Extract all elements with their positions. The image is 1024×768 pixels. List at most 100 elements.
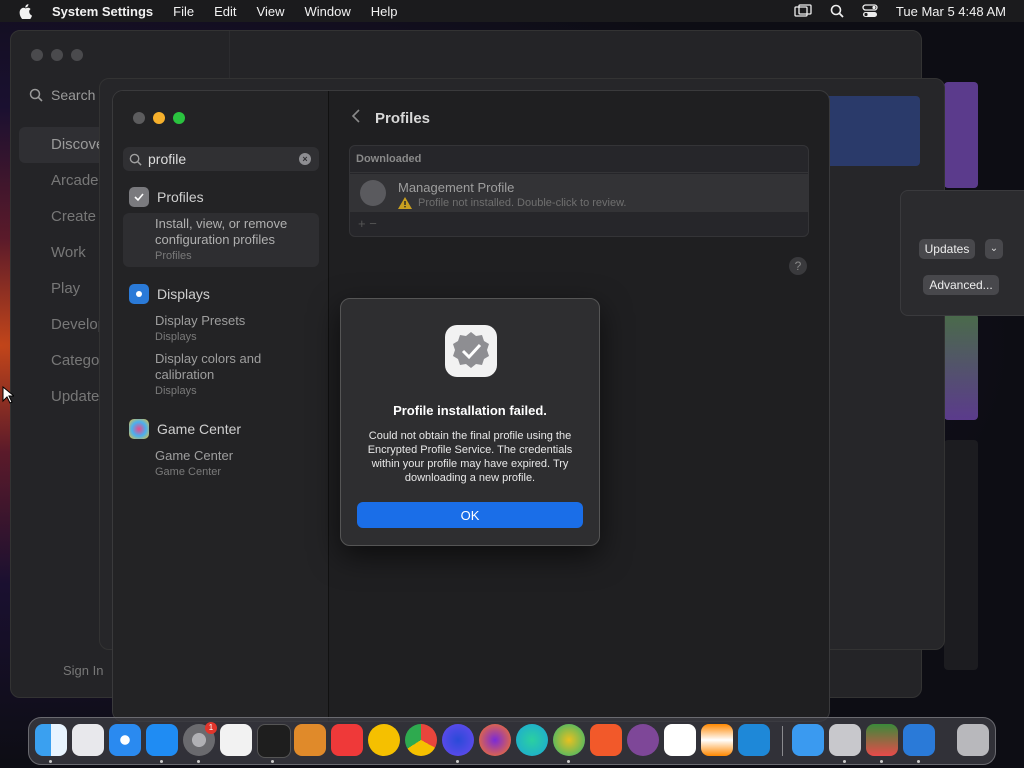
edge-icon[interactable] <box>516 724 548 756</box>
menu-bar: System Settings File Edit View Window He… <box>0 0 1024 22</box>
profile-status: Profile not installed. Double-click to r… <box>398 197 626 209</box>
apple-menu-icon[interactable] <box>18 3 34 19</box>
search-icon <box>129 153 142 166</box>
result-title: Display colors and calibration <box>155 351 262 382</box>
running-indicator <box>917 760 920 763</box>
textedit-icon[interactable] <box>220 724 252 756</box>
help-button[interactable]: ? <box>789 257 807 275</box>
profiles-list: Downloaded Management Profile Profile no… <box>349 145 809 237</box>
clear-search-icon[interactable]: × <box>299 153 311 165</box>
profile-row[interactable]: Management Profile Profile not installed… <box>350 174 808 212</box>
menu-view[interactable]: View <box>257 4 285 19</box>
brave-icon[interactable] <box>590 724 622 756</box>
background-search[interactable]: Search <box>29 87 95 103</box>
finder-icon[interactable] <box>35 724 67 756</box>
bg-tile <box>944 314 978 420</box>
menu-file[interactable]: File <box>173 4 194 19</box>
vivaldi-icon[interactable] <box>331 724 363 756</box>
bg-sign-in[interactable]: Sign In <box>63 663 103 678</box>
app-name-menu[interactable]: System Settings <box>52 4 153 19</box>
software-update-window: Updates ⌄ Advanced... <box>900 190 1024 316</box>
menu-bar-clock[interactable]: Tue Mar 5 4:48 AM <box>896 4 1006 19</box>
search-icon <box>29 88 43 102</box>
dock-separator <box>782 726 783 756</box>
traffic-lights <box>133 112 185 124</box>
sidebar-section-displays[interactable]: Displays <box>129 284 210 304</box>
result-sub: Displays <box>155 385 197 397</box>
running-indicator <box>160 760 163 763</box>
alert-title: Profile installation failed. <box>393 403 547 418</box>
running-indicator <box>49 760 52 763</box>
profile-name: Management Profile <box>398 180 515 195</box>
remote-desktop-icon[interactable] <box>903 724 935 756</box>
warning-icon <box>398 197 412 209</box>
sidebar-section-game-center[interactable]: Game Center <box>129 419 241 439</box>
garageband-icon[interactable] <box>294 724 326 756</box>
disk-utility-icon[interactable] <box>866 724 898 756</box>
notification-badge: 1 <box>205 722 217 734</box>
trash-icon[interactable] <box>957 724 989 756</box>
result-sub: Game Center <box>155 466 222 478</box>
chrome-canary-icon[interactable] <box>368 724 400 756</box>
ok-button[interactable]: OK <box>357 502 583 528</box>
search-result-display-colors[interactable]: Display colors and calibration Displays <box>155 351 285 399</box>
tor-browser-icon[interactable] <box>627 724 659 756</box>
terminal-icon[interactable] <box>257 724 291 758</box>
vscode-icon[interactable] <box>738 724 770 756</box>
screen-mirroring-icon[interactable] <box>794 4 812 18</box>
result-title: Display Presets <box>155 313 246 328</box>
control-center-icon[interactable] <box>862 4 878 18</box>
search-input[interactable]: profile <box>148 151 299 167</box>
running-indicator <box>567 760 570 763</box>
section-label: Profiles <box>157 189 204 205</box>
gear-icon <box>360 180 386 206</box>
background-search-placeholder: Search <box>51 87 96 103</box>
advanced-button[interactable]: Advanced... <box>923 275 999 295</box>
chrome-icon[interactable] <box>405 724 437 756</box>
back-chevron-icon[interactable] <box>351 109 361 127</box>
minimize-button[interactable] <box>153 112 165 124</box>
running-indicator <box>456 760 459 763</box>
settings-search-field[interactable]: profile × <box>123 147 319 171</box>
result-sub: Displays <box>155 331 197 343</box>
sidebar-section-profiles[interactable]: Profiles <box>129 187 204 207</box>
section-label: Displays <box>157 286 210 302</box>
edge-canary-icon[interactable] <box>553 724 585 756</box>
spotlight-search-icon[interactable] <box>830 4 844 18</box>
add-remove-buttons[interactable]: + − <box>358 216 377 231</box>
zoom-button[interactable] <box>173 112 185 124</box>
running-indicator <box>880 760 883 763</box>
capcut-icon[interactable] <box>664 724 696 756</box>
section-label: Game Center <box>157 421 242 437</box>
result-title: Game Center <box>155 448 234 463</box>
navigation-bar: Profiles <box>351 109 430 127</box>
mouse-cursor-icon <box>2 386 14 404</box>
preview-icon[interactable] <box>792 724 824 756</box>
search-result-profiles[interactable]: Install, view, or remove configuration p… <box>155 216 305 264</box>
firefox-icon[interactable] <box>479 724 511 756</box>
search-result-display-presets[interactable]: Display Presets Displays <box>155 313 245 345</box>
app-store-icon[interactable] <box>146 724 178 756</box>
game-center-icon <box>129 419 149 439</box>
vlc-icon[interactable] <box>701 724 733 756</box>
bg-tile <box>944 440 978 670</box>
system-information-icon[interactable] <box>829 724 861 756</box>
result-title: Install, view, or remove configuration p… <box>155 216 288 247</box>
menu-window[interactable]: Window <box>304 4 350 19</box>
firefox-nightly-icon[interactable] <box>442 724 474 756</box>
background-window-traffic-lights <box>31 49 83 61</box>
bg-tile <box>944 82 978 188</box>
menu-edit[interactable]: Edit <box>214 4 236 19</box>
alert-dialog: Profile installation failed. Could not o… <box>340 298 600 546</box>
chevron-down-icon[interactable]: ⌄ <box>985 239 1003 259</box>
safari-icon[interactable] <box>109 724 141 756</box>
launchpad-icon[interactable] <box>72 724 104 756</box>
close-button[interactable] <box>133 112 145 124</box>
menu-help[interactable]: Help <box>371 4 398 19</box>
alert-message: Could not obtain the final profile using… <box>367 430 573 484</box>
profile-status-text: Profile not installed. Double-click to r… <box>418 197 627 209</box>
updates-button[interactable]: Updates <box>919 239 975 259</box>
search-result-game-center[interactable]: Game Center Game Center <box>155 448 233 480</box>
list-header: Downloaded <box>350 146 808 173</box>
profile-badge-icon <box>445 325 497 377</box>
